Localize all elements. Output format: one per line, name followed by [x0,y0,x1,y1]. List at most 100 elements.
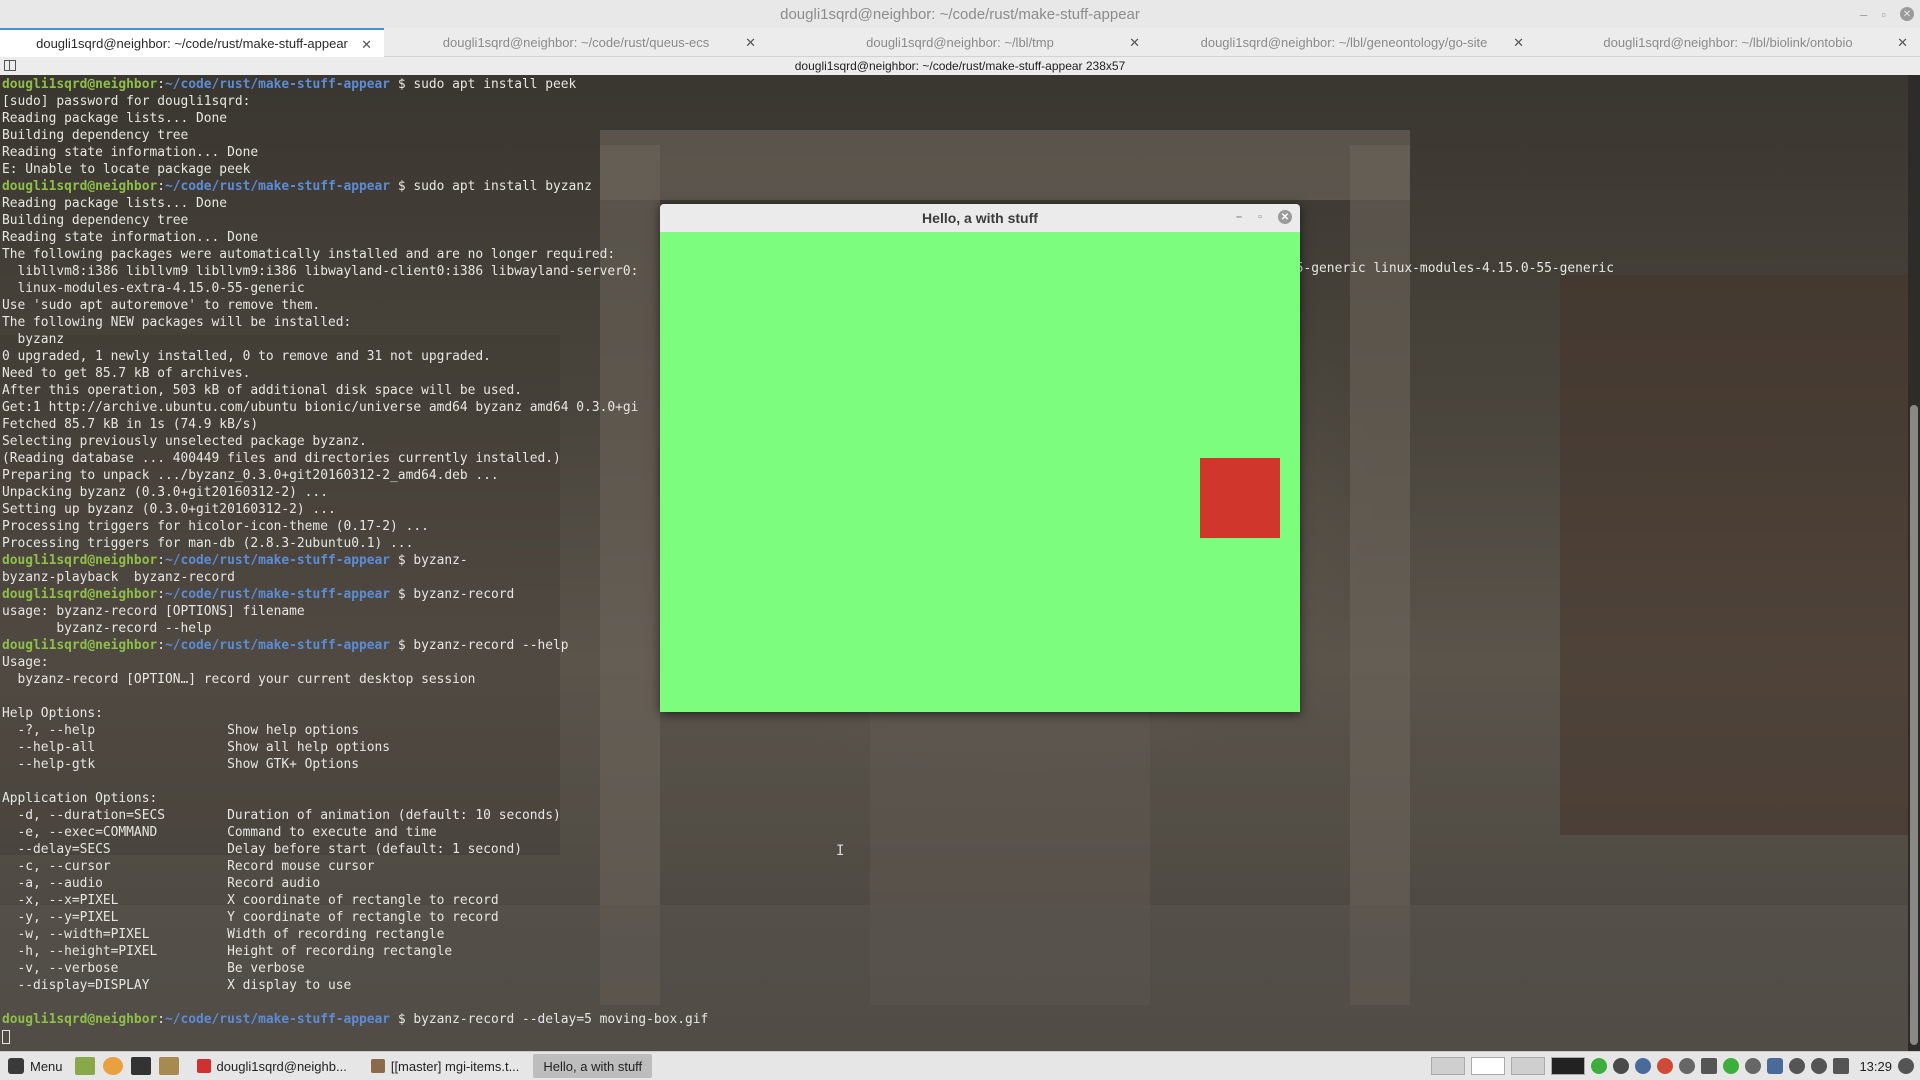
firefox-icon[interactable] [102,1057,123,1075]
mouse-ibeam-icon: I [836,843,845,859]
tab-make-stuff-appear[interactable]: dougli1sqrd@neighbor: ~/code/rust/make-s… [0,28,384,57]
prompt-colon: : [157,638,165,653]
terminal-output-line: E: Unable to locate package peek [2,162,251,177]
workspace-4[interactable] [1551,1057,1586,1075]
terminal-task-icon [196,1059,211,1073]
terminal-output-line: Reading state information... Done [2,145,259,160]
terminal-prompt-line: dougli1sqrd@neighbor:~/code/rust/make-st… [2,1011,708,1028]
terminal-prompt-line: dougli1sqrd@neighbor:~/code/rust/make-st… [2,76,708,93]
update-icon[interactable] [1591,1058,1608,1074]
moving-red-box [1200,458,1280,538]
workspace-1[interactable] [1431,1057,1466,1075]
terminal-output-line: Application Options: [2,791,158,806]
terminal-output-line: Usage: [2,655,49,670]
task-label: [[master] mgi-items.t... [390,1058,520,1074]
maximize-button[interactable]: ▫ [1881,7,1886,22]
terminal-prompt-line: dougli1sqrd@neighbor:~/code/rust/make-st… [2,637,708,654]
task-terminal[interactable]: dougli1sqrd@neighb... [187,1054,357,1078]
bluetooth-icon[interactable] [1679,1058,1696,1074]
window-title: dougli1sqrd@neighbor: ~/code/rust/make-s… [780,5,1140,23]
workspace-2[interactable] [1471,1057,1506,1075]
app-titlebar[interactable]: Hello, a with stuff – ▫ ✕ [660,204,1300,232]
task-label: dougli1sqrd@neighb... [216,1058,347,1074]
terminal-output-line: Unpacking byzanz (0.3.0+git20160312-2) .… [2,485,328,500]
task-label: Hello, a with stuff [543,1058,643,1074]
steam-icon[interactable] [1613,1058,1630,1074]
terminal-prompt-line: dougli1sqrd@neighbor:~/code/rust/make-st… [2,586,708,603]
prompt-user: dougli1sqrd@neighbor [2,179,158,194]
terminal-prompt-line: dougli1sqrd@neighbor:~/code/rust/make-st… [2,552,708,569]
battery-icon[interactable] [1833,1058,1850,1074]
window-titlebar[interactable]: dougli1sqrd@neighbor: ~/code/rust/make-s… [0,0,1920,28]
tab-label: dougli1sqrd@neighbor: ~/lbl/tmp [866,35,1054,50]
terminal-output-line: -v, --verbose Be verbose [2,961,305,976]
tab-queus-ecs[interactable]: dougli1sqrd@neighbor: ~/code/rust/queus-… [384,28,768,57]
app-maximize-button[interactable]: ▫ [1258,211,1262,223]
terminal-output-line [2,1028,708,1045]
wifi-icon[interactable] [1811,1058,1828,1074]
terminal-icon[interactable] [130,1057,151,1075]
prompt-colon: : [157,553,165,568]
network-icon[interactable] [1767,1058,1784,1074]
terminal-scrollbar[interactable] [1908,75,1920,1051]
terminal-output-line: linux-modules-extra-4.15.0-55-generic [2,281,305,296]
terminal-output-line: The following NEW packages will be insta… [2,315,352,330]
prompt-command: $ byzanz-record --help [390,638,569,653]
terminal-output-line: byzanz-record [OPTION…] record your curr… [2,672,476,687]
minimize-button[interactable]: – [1860,7,1867,22]
workspace-3[interactable] [1511,1057,1546,1075]
terminal-output-line: Processing triggers for hicolor-icon-the… [2,519,429,534]
chrome-icon[interactable] [1657,1058,1674,1074]
tab-close-icon[interactable]: ✕ [1513,35,1524,51]
prompt-user: dougli1sqrd@neighbor [2,1012,158,1027]
sound-icon[interactable] [1898,1058,1914,1074]
user-icon[interactable] [1789,1058,1806,1074]
terminal-output-line: -d, --duration=SECS Duration of animatio… [2,808,561,823]
terminal-output-line: -c, --cursor Record mouse cursor [2,859,375,874]
menu-icon [8,1058,24,1074]
tab-ontobio[interactable]: dougli1sqrd@neighbor: ~/lbl/biolink/onto… [1536,28,1920,57]
terminal-output-line: Use 'sudo apt autoremove' to remove them… [2,298,321,313]
show-desktop-icon[interactable] [74,1057,95,1075]
location-icon[interactable] [1745,1058,1762,1074]
terminal-cursor [2,1029,10,1044]
terminal-output-line: Selecting previously unselected package … [2,434,367,449]
menu-button[interactable]: Menu [0,1052,71,1080]
prompt-path: ~/code/rust/make-stuff-appear [164,179,391,194]
app-close-button[interactable]: ✕ [1278,210,1292,224]
scrollbar-thumb[interactable] [1910,405,1918,1045]
prompt-user: dougli1sqrd@neighbor [2,587,158,602]
tab-label: dougli1sqrd@neighbor: ~/code/rust/queus-… [442,35,710,50]
prompt-colon: : [157,1012,165,1027]
files-icon[interactable] [158,1057,179,1075]
terminal-tab-bar: dougli1sqrd@neighbor: ~/code/rust/make-s… [0,28,1920,57]
tab-close-icon[interactable]: ✕ [1897,35,1908,51]
window-controls: – ▫ ✕ [1860,0,1914,28]
terminal-output-line: --help-all Show all help options [2,740,391,755]
terminal-output-line: -h, --height=PIXEL Height of recording r… [2,944,453,959]
terminal-output-line: -e, --exec=COMMAND Command to execute an… [2,825,437,840]
shield-icon[interactable] [1635,1058,1652,1074]
tab-close-icon[interactable]: ✕ [361,37,372,53]
tab-lbl-tmp[interactable]: dougli1sqrd@neighbor: ~/lbl/tmp ✕ [768,28,1152,57]
terminal-prompt-line: dougli1sqrd@neighbor:~/code/rust/make-st… [2,178,708,195]
tab-go-site[interactable]: dougli1sqrd@neighbor: ~/lbl/geneontology… [1152,28,1536,57]
terminal-output-line: The following packages were automaticall… [2,247,616,262]
split-view-icon[interactable] [4,60,16,71]
terminal-output: dougli1sqrd@neighbor: ~/code/rust/make-st… [2,76,708,1045]
terminal-output-line: Help Options: [2,706,103,721]
keyboard-icon[interactable] [1701,1058,1718,1074]
app-window[interactable]: Hello, a with stuff – ▫ ✕ [660,204,1300,712]
terminal-output-line: -x, --x=PIXEL X coordinate of rectangle … [2,893,499,908]
close-button[interactable]: ✕ [1900,7,1914,21]
check-icon[interactable] [1723,1058,1740,1074]
tab-label: dougli1sqrd@neighbor: ~/code/rust/make-s… [36,36,348,51]
app-minimize-button[interactable]: – [1236,211,1242,223]
tab-close-icon[interactable]: ✕ [1129,35,1140,51]
tab-label: dougli1sqrd@neighbor: ~/lbl/geneontology… [1200,35,1488,50]
task-editor[interactable]: [[master] mgi-items.t... [361,1054,530,1078]
task-hello-app[interactable]: Hello, a with stuff [533,1054,653,1078]
clock[interactable]: 13:29 [1859,1059,1892,1074]
tab-close-icon[interactable]: ✕ [745,35,756,51]
